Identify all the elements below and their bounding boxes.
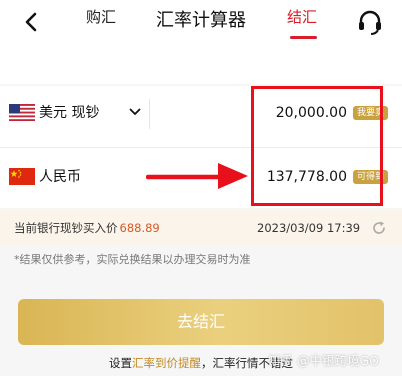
watermark: 知乎 @中银跨境GO: [268, 353, 379, 368]
tab-buy-fx[interactable]: 购汇: [86, 6, 116, 28]
rate-label: 当前银行现钞买入价 688.89: [14, 220, 160, 236]
rate-alert-link[interactable]: 汇率到价提醒: [132, 356, 201, 370]
tab-sell-fx[interactable]: 结汇: [287, 6, 317, 28]
us-flag-icon: [9, 104, 35, 121]
active-tab-indicator: [290, 36, 317, 39]
vertical-divider: [149, 99, 150, 129]
refresh-icon[interactable]: [371, 220, 387, 236]
page-title: 汇率计算器: [156, 10, 246, 31]
tab-bar: [0, 44, 402, 84]
cn-flag-icon: [9, 168, 35, 185]
annotation-highlight-box: [251, 86, 383, 206]
to-currency-label: 人民币: [39, 169, 81, 185]
chevron-down-icon[interactable]: [129, 108, 141, 116]
sell-fx-button[interactable]: 去结汇: [18, 299, 384, 345]
footer-prefix: 设置: [109, 356, 132, 370]
disclaimer-text: *结果仅供参考，实际兑换结果以办理交易时为准: [14, 253, 251, 266]
from-currency-label[interactable]: 美元 现钞: [39, 103, 99, 123]
headset-icon[interactable]: [356, 8, 384, 36]
rate-timestamp: 2023/03/09 17:39: [257, 221, 361, 235]
annotation-arrow-icon: [146, 163, 248, 189]
rate-label-text: 当前银行现钞买入价: [14, 221, 118, 235]
rate-value: 688.89: [119, 221, 160, 235]
